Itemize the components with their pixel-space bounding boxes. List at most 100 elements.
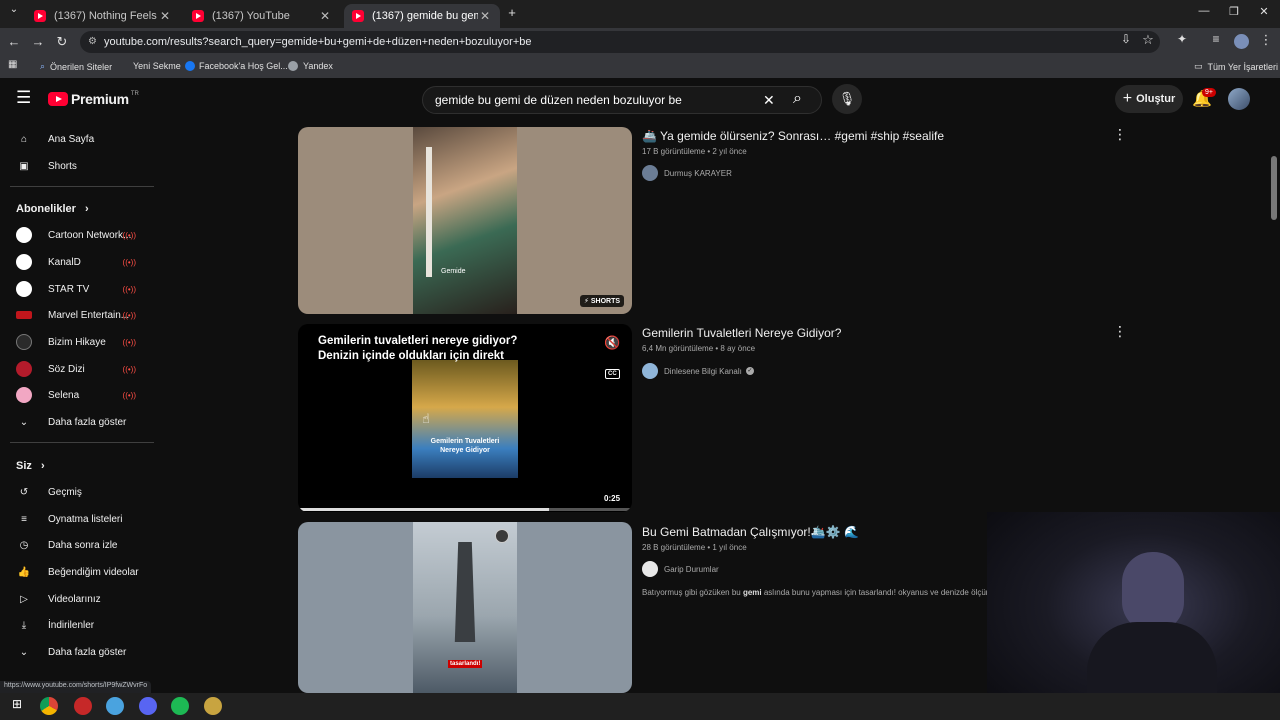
sidebar-item-downloads[interactable]: ⤓ İndirilenler bbox=[0, 614, 154, 636]
sidebar-show-more[interactable]: ⌄ Daha fazla göster bbox=[0, 411, 154, 433]
channel-avatar bbox=[16, 387, 32, 403]
apps-grid-icon[interactable]: ▦ bbox=[8, 59, 17, 70]
site-info-icon[interactable]: ⚙ bbox=[88, 36, 97, 47]
create-button[interactable]: + Oluştur bbox=[1115, 85, 1183, 113]
sidebar-item-shorts[interactable]: ▣ Shorts bbox=[0, 155, 154, 177]
window-close-icon[interactable]: ✕ bbox=[1256, 5, 1272, 18]
bookmark-facebook[interactable]: Facebook'a Hoş Gel... bbox=[185, 61, 288, 71]
sidebar-sub-star-tv[interactable]: STAR TV ((•)) bbox=[0, 278, 154, 300]
windows-start-icon[interactable]: ⊞ bbox=[8, 697, 26, 715]
chrome-icon[interactable] bbox=[40, 697, 58, 715]
channel-name: Durmuş KARAYER bbox=[664, 168, 732, 178]
video-channel-3[interactable]: Garip Durumlar bbox=[642, 561, 719, 577]
media-controls-icon[interactable]: ≡ bbox=[1208, 32, 1224, 46]
sidebar-sub-cartoon-network[interactable]: Cartoon Network... ((•)) bbox=[0, 224, 154, 246]
more-actions-icon[interactable]: ⋮ bbox=[1113, 323, 1127, 340]
more-actions-icon[interactable]: ⋮ bbox=[1113, 126, 1127, 143]
youtube-premium-logo[interactable]: Premium TR bbox=[48, 91, 139, 107]
address-url: youtube.com/results?search_query=gemide+… bbox=[104, 36, 532, 48]
spotify-icon[interactable] bbox=[171, 697, 189, 715]
all-bookmarks-folder[interactable]: ▭ Tüm Yer İşaretleri bbox=[1194, 61, 1278, 72]
sidebar-item-your-videos[interactable]: ▷ Videolarınız bbox=[0, 588, 154, 610]
minimize-icon[interactable]: — bbox=[1196, 5, 1212, 17]
sidebar-item-home[interactable]: ⌂ Ana Sayfa bbox=[0, 128, 154, 150]
account-avatar[interactable] bbox=[1228, 88, 1250, 110]
mute-icon[interactable]: 🔇 bbox=[604, 335, 620, 351]
page-scrollbar-thumb[interactable] bbox=[1271, 156, 1277, 220]
browser-tab-3[interactable]: (1367) gemide bu gemi de düz ✕ bbox=[344, 4, 500, 28]
youtube-logo-icon bbox=[48, 92, 68, 106]
you-heading[interactable]: Siz › bbox=[16, 460, 45, 472]
sidebar-sub-kanald[interactable]: KanalD ((•)) bbox=[0, 251, 154, 273]
close-tab-icon[interactable]: ✕ bbox=[478, 9, 492, 23]
discord-icon[interactable] bbox=[139, 697, 157, 715]
facebook-icon bbox=[185, 61, 195, 71]
app-icon[interactable] bbox=[204, 697, 222, 715]
search-icon[interactable]: ⌕ bbox=[793, 90, 802, 108]
sidebar-item-playlists[interactable]: ≡ Oynatma listeleri bbox=[0, 508, 154, 530]
hamburger-menu-icon[interactable]: ☰ bbox=[16, 88, 31, 108]
bookmark-onerilen[interactable]: ⌕ Önerilen Siteler bbox=[40, 61, 112, 72]
extensions-icon[interactable]: ✦ bbox=[1174, 32, 1190, 46]
verified-icon: ✓ bbox=[745, 367, 754, 375]
app-icon[interactable] bbox=[74, 697, 92, 715]
description-text: Batıyormuş gibi gözüken bu bbox=[642, 588, 743, 597]
sidebar-item-liked[interactable]: 👍 Beğendiğim videolar bbox=[0, 561, 154, 583]
reload-icon[interactable]: ↻ bbox=[54, 34, 70, 50]
video-channel-1[interactable]: Durmuş KARAYER bbox=[642, 165, 732, 181]
browser-tab-bar: ⌄ (1367) Nothing Feels The Sam ✕ (1367) … bbox=[0, 0, 1280, 28]
live-icon: ((•)) bbox=[122, 257, 136, 267]
chevron-right-icon: › bbox=[84, 203, 89, 215]
tab-search-icon[interactable]: ⌄ bbox=[6, 4, 22, 15]
subscriptions-heading[interactable]: Abonelikler › bbox=[16, 203, 89, 215]
close-tab-icon[interactable]: ✕ bbox=[158, 9, 172, 23]
sidebar-sub-selena[interactable]: Selena ((•)) bbox=[0, 384, 154, 406]
video-meta-3: 28 B görüntüleme • 1 yıl önce bbox=[642, 543, 747, 552]
live-icon: ((•)) bbox=[122, 337, 136, 347]
sidebar-item-label: STAR TV bbox=[48, 283, 90, 295]
search-box[interactable]: ✕ ⌕ bbox=[422, 86, 822, 114]
app-icon[interactable] bbox=[106, 697, 124, 715]
voice-search-button[interactable]: 🎙 bbox=[832, 84, 862, 114]
preview-progress-track bbox=[298, 508, 632, 511]
video-title-3[interactable]: Bu Gemi Batmadan Çalışmıyor!🛳️⚙️ 🌊 bbox=[642, 525, 859, 539]
sidebar-sub-marvel[interactable]: Marvel Entertain... ((•)) bbox=[0, 304, 154, 326]
sidebar-item-label: Bizim Hikaye bbox=[48, 336, 106, 348]
restore-icon[interactable]: ❐ bbox=[1226, 5, 1242, 18]
bookmark-star-icon[interactable]: ☆ bbox=[1140, 32, 1156, 48]
browser-tab-1[interactable]: (1367) Nothing Feels The Sam ✕ bbox=[26, 4, 180, 28]
back-icon[interactable]: ← bbox=[6, 34, 22, 49]
close-tab-icon[interactable]: ✕ bbox=[318, 9, 332, 23]
sidebar-item-label: Marvel Entertain... bbox=[48, 309, 130, 321]
sidebar-show-more-2[interactable]: ⌄ Daha fazla göster bbox=[0, 641, 154, 663]
bookmark-yandex[interactable]: Yandex bbox=[288, 61, 333, 71]
video-channel-2[interactable]: Dinlesene Bilgi Kanalı ✓ bbox=[642, 363, 754, 379]
sidebar-item-history[interactable]: ↺ Geçmiş bbox=[0, 481, 154, 503]
new-tab-button[interactable]: + bbox=[504, 5, 520, 20]
youtube-header: ☰ Premium TR ✕ ⌕ 🎙 + Oluştur 🔔 9+ bbox=[0, 78, 1280, 120]
sidebar-item-label: İndirilenler bbox=[48, 619, 95, 631]
channel-avatar bbox=[16, 311, 32, 319]
browser-tab-2[interactable]: (1367) YouTube ✕ bbox=[184, 4, 340, 28]
sidebar-item-watch-later[interactable]: ◷ Daha sonra izle bbox=[0, 534, 154, 556]
forward-icon[interactable]: → bbox=[30, 34, 46, 49]
video-thumbnail-3[interactable]: tasarlandı! bbox=[298, 522, 632, 693]
bookmark-yeni-sekme[interactable]: Yeni Sekme bbox=[133, 61, 181, 71]
search-input[interactable] bbox=[435, 93, 755, 107]
video-title-2[interactable]: Gemilerin Tuvaletleri Nereye Gidiyor? bbox=[642, 326, 841, 340]
profile-avatar[interactable] bbox=[1234, 34, 1249, 49]
sidebar-item-label: Videolarınız bbox=[48, 593, 101, 605]
channel-avatar bbox=[16, 227, 32, 243]
video-thumbnail-1[interactable]: Gemide ⚡ SHORTS bbox=[298, 127, 632, 314]
sidebar-sub-bizim-hikaye[interactable]: Bizim Hikaye ((•)) bbox=[0, 331, 154, 353]
install-app-icon[interactable]: ⇩ bbox=[1118, 32, 1134, 46]
address-bar[interactable]: ⚙ youtube.com/results?search_query=gemid… bbox=[80, 31, 1160, 53]
sidebar-sub-soz-dizi[interactable]: Söz Dizi ((•)) bbox=[0, 358, 154, 380]
clear-search-icon[interactable]: ✕ bbox=[763, 92, 775, 109]
captions-button[interactable]: CC bbox=[605, 369, 620, 379]
browser-menu-icon[interactable]: ⋮ bbox=[1258, 32, 1274, 48]
channel-avatar bbox=[642, 363, 658, 379]
notification-badge: 9+ bbox=[1202, 88, 1216, 97]
video-title-1[interactable]: 🚢 Ya gemide ölürseniz? Sonrası… #gemi #s… bbox=[642, 129, 944, 143]
video-thumbnail-2[interactable]: Gemilerin tuvaletleri nereye gidiyor? De… bbox=[298, 324, 632, 512]
